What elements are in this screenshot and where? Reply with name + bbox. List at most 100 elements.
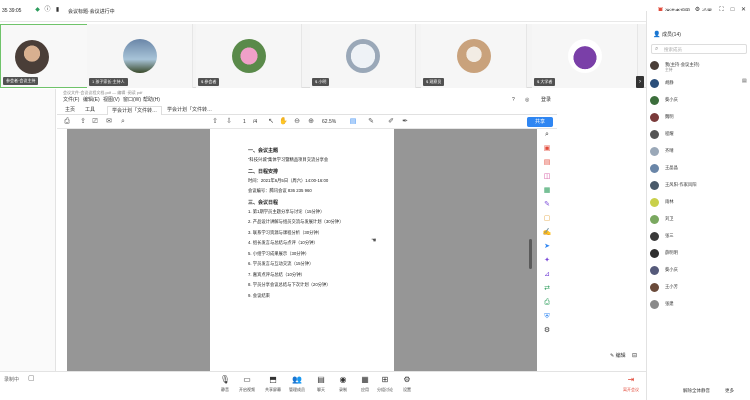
search-box[interactable]: ⌕ 搜索成员 xyxy=(651,44,747,54)
members-button[interactable]: 👥 管理成员 xyxy=(286,374,308,398)
combine-icon[interactable]: ◫ xyxy=(542,173,552,181)
participant-row[interactable]: 张三 xyxy=(649,230,749,244)
participant-row[interactable]: 王小芳 xyxy=(649,281,749,295)
chat-button[interactable]: ▤ 聊天 xyxy=(310,374,332,398)
participant-row[interactable]: 葵小庆 xyxy=(649,94,749,108)
tab-home[interactable]: 主页 xyxy=(61,106,79,115)
apps-button[interactable]: ▦ 应用 xyxy=(354,374,376,398)
video-tile[interactable]: $ 参会者 xyxy=(196,24,302,88)
participant-name: 王晶晶 xyxy=(665,165,678,170)
participant-row[interactable]: 葵小庆 xyxy=(649,264,749,278)
participant-row[interactable]: 薛明明 xyxy=(649,247,749,261)
meeting-controls: 录制中 ▢ 🎙 静音 ▭ 开启视频 ⬒ 共享屏幕 👥 管理成员 ▤ 聊天 ◉ 录制 ▦ 应用 ⊞ 分组讨论 ⚙ 设… xyxy=(0,371,646,400)
menu-edit[interactable]: 编辑(E) xyxy=(83,96,100,105)
zoom-in-icon[interactable]: ⊕ xyxy=(307,118,315,126)
share-button[interactable]: 共享 xyxy=(527,117,553,127)
menu-file[interactable]: 文件(F) xyxy=(63,96,79,105)
participant-row[interactable]: 王晶晶 xyxy=(649,162,749,176)
chat-bubble-icon[interactable]: ▢ xyxy=(28,374,35,382)
comment-tool-icon[interactable]: ▢ xyxy=(542,215,552,223)
participant-row[interactable]: 齐晴 xyxy=(649,145,749,159)
scrollbar[interactable] xyxy=(529,239,532,269)
print-production-icon[interactable]: ⎙ xyxy=(542,299,552,307)
page-number-input[interactable]: 1 xyxy=(243,119,246,125)
avatar xyxy=(650,249,659,258)
participant-name: 程耀 xyxy=(665,131,674,136)
control-label: 聊天 xyxy=(317,387,325,392)
leave-button[interactable]: ⇥ 离开会议 xyxy=(620,374,642,398)
avatar xyxy=(650,79,659,88)
info-icon[interactable]: ⓘ xyxy=(44,7,51,14)
participant-row[interactable]: 雨林 xyxy=(649,196,749,210)
shield-icon[interactable]: ◆ xyxy=(34,7,41,14)
menu-view[interactable]: 视图(V) xyxy=(103,96,120,105)
menu-window[interactable]: 窗口(W) xyxy=(123,96,141,105)
highlight-icon[interactable]: ✐ xyxy=(387,118,395,126)
record-button[interactable]: ◉ 录制 xyxy=(332,374,354,398)
leave-label: 离开会议 xyxy=(623,387,639,392)
breakout-button[interactable]: ⊞ 分组讨论 xyxy=(374,374,396,398)
participant-name: 胡静 xyxy=(665,80,674,85)
participant-row[interactable]: 刘卫 xyxy=(649,213,749,227)
collapse-icon[interactable]: ⊟ xyxy=(632,352,637,359)
fit-page-icon[interactable]: ▤ xyxy=(349,118,357,126)
screen-share-button[interactable]: ⬒ 共享屏幕 xyxy=(262,374,284,398)
participant-name: 1 孩子家长·主持人 xyxy=(89,78,128,86)
chat-icon[interactable]: ▤ xyxy=(742,78,747,84)
tab-document[interactable]: 学会计划「文件转… xyxy=(107,106,163,115)
pdf-export-icon[interactable]: ▣ xyxy=(542,145,552,153)
upload-icon[interactable]: ⇪ xyxy=(79,118,87,126)
video-tile[interactable]: $ 大学者 xyxy=(532,24,638,88)
menu-help[interactable]: 帮助(H) xyxy=(143,96,160,105)
more-button[interactable]: 更多 xyxy=(725,388,734,394)
participant-row[interactable]: 我(主持·会议主持) 主持 xyxy=(649,59,749,73)
annotate-button[interactable]: ✎ 编辑 xyxy=(610,352,626,359)
comment-icon[interactable]: ✎ xyxy=(367,118,375,126)
protect-icon[interactable]: ⛨ xyxy=(542,313,552,321)
search-icon[interactable]: ⌕ xyxy=(119,118,127,126)
video-tile[interactable]: $ 小明 xyxy=(310,24,416,88)
hand-icon[interactable]: ✋ xyxy=(279,118,288,126)
organize-icon[interactable]: ▦ xyxy=(542,187,552,195)
participant-row[interactable]: 王风阳·作家风阳 xyxy=(649,179,749,193)
camera-button[interactable]: ▭ 开启视频 xyxy=(236,374,258,398)
participant-row[interactable]: 程耀 xyxy=(649,128,749,142)
avatar xyxy=(650,164,659,173)
search-input[interactable]: 搜索成员 xyxy=(664,47,682,53)
tab-document[interactable]: 学会计划「文件转… xyxy=(163,106,216,115)
mic-button[interactable]: 🎙 静音 xyxy=(214,374,236,398)
zoom-icon[interactable]: ⌕ xyxy=(542,131,552,139)
help-icon[interactable]: ? xyxy=(512,96,515,105)
measure-icon[interactable]: ⊿ xyxy=(542,271,552,279)
more-tools-icon[interactable]: ⚙ xyxy=(542,327,552,335)
cursor-icon[interactable]: ↖ xyxy=(267,118,275,126)
zoom-out-icon[interactable]: ⊖ xyxy=(293,118,301,126)
apps-icon: ▦ xyxy=(361,375,369,384)
participant-row[interactable]: 魏明 xyxy=(649,111,749,125)
unmute-all-button[interactable]: 解除全体静音 xyxy=(683,388,710,394)
zoom-select[interactable]: 62.5% xyxy=(322,119,336,125)
chevron-right-icon[interactable]: › xyxy=(636,76,644,88)
meeting-title[interactable]: 会议标题·会议进行中 xyxy=(68,8,115,15)
tab-tools[interactable]: 工具 xyxy=(81,106,99,115)
print-icon[interactable]: ⎚ xyxy=(91,118,99,126)
login-button[interactable]: 登录 xyxy=(541,96,551,105)
video-tile[interactable]: $ 观察员 xyxy=(421,24,527,88)
arrow-down-icon[interactable]: ⇩ xyxy=(225,118,233,126)
participant-row[interactable]: 胡静 xyxy=(649,77,749,91)
stamp-icon[interactable]: ✦ xyxy=(542,257,552,265)
edit-pdf-icon[interactable]: ✎ xyxy=(542,201,552,209)
save-icon[interactable]: ⎙ xyxy=(63,118,71,126)
create-pdf-icon[interactable]: ▤ xyxy=(542,159,552,167)
compare-icon[interactable]: ⇄ xyxy=(542,285,552,293)
pen-icon[interactable]: ✒ xyxy=(401,118,409,126)
send-icon[interactable]: ➤ xyxy=(542,243,552,251)
video-tile[interactable]: 1 孩子家长·主持人 xyxy=(87,24,193,88)
arrow-up-icon[interactable]: ⇧ xyxy=(211,118,219,126)
settings-button[interactable]: ⚙ 设置 xyxy=(396,374,418,398)
mail-icon[interactable]: ✉ xyxy=(105,118,113,126)
participant-row[interactable]: 张建 xyxy=(649,298,749,312)
bell-icon[interactable]: ◎ xyxy=(525,96,529,105)
fill-sign-icon[interactable]: ✍ xyxy=(542,229,552,237)
pdf-document-area[interactable]: 一、会议主题 “科技兴城”集体学习暨精品项目交流分享会 二、日程安排 时间：2021年… xyxy=(67,129,537,371)
